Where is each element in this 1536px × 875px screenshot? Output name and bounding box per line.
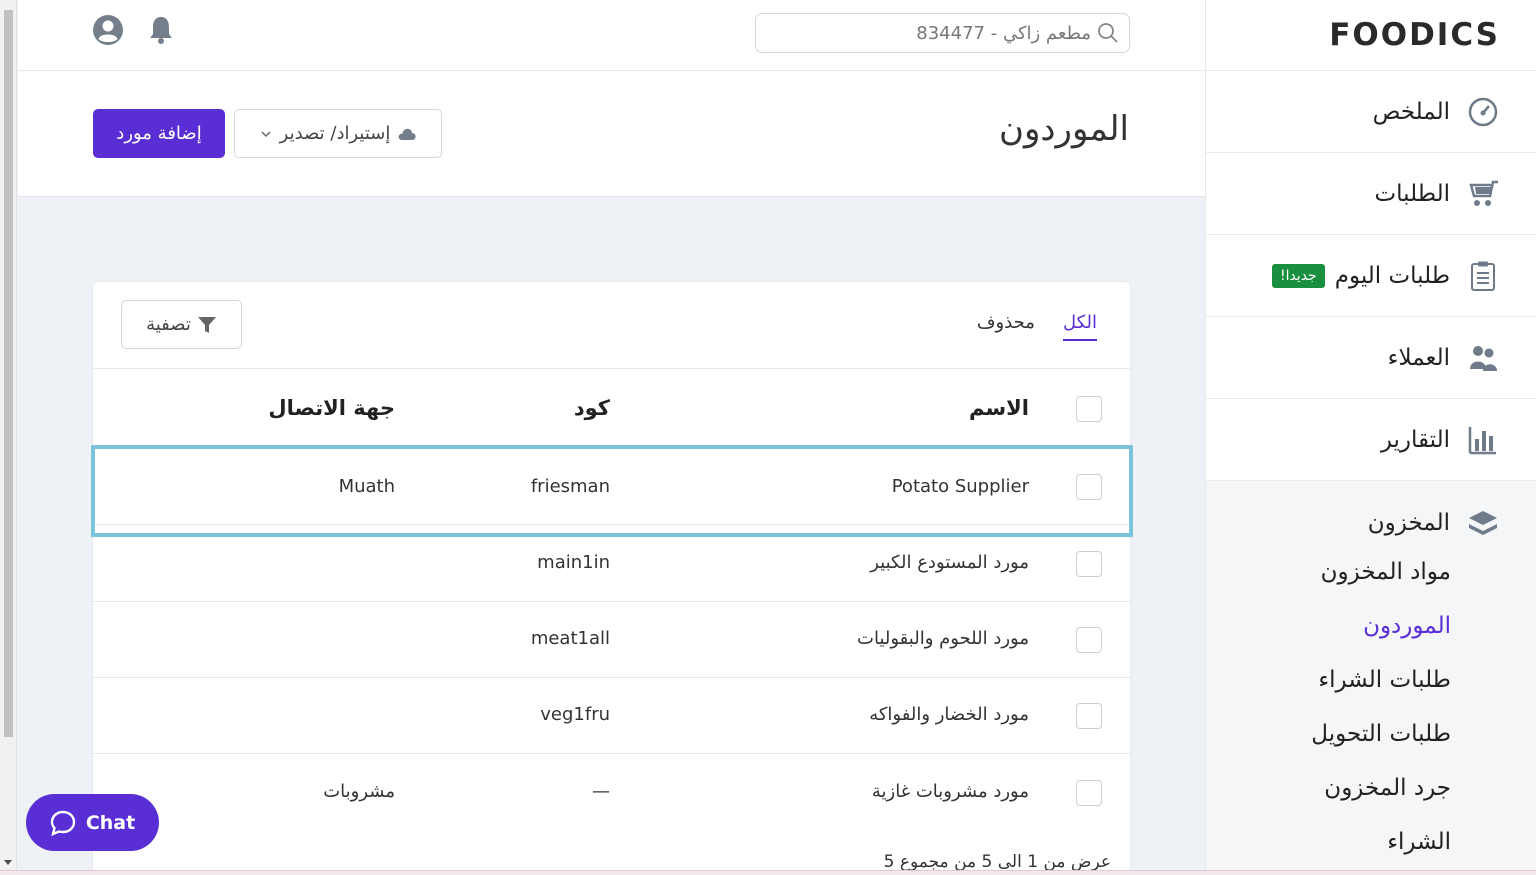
table-row[interactable]: مورد مشروبات غازية — مشروبات bbox=[93, 754, 1130, 830]
logo-text: FOODICS bbox=[1329, 17, 1500, 53]
dashboard-gauge-icon bbox=[1468, 97, 1498, 126]
sidebar-subitem-purchase-orders[interactable]: طلبات الشراء bbox=[1206, 653, 1536, 707]
supplier-contact: مشروبات bbox=[323, 781, 395, 802]
chat-button[interactable]: Chat bbox=[26, 794, 159, 851]
sidebar-subitem-inventory-count[interactable]: جرد المخزون bbox=[1206, 761, 1536, 815]
row-checkbox[interactable] bbox=[1076, 551, 1102, 577]
supplier-name[interactable]: Potato Supplier bbox=[892, 476, 1029, 497]
sidebar-item-label: الملخص bbox=[1372, 98, 1450, 125]
window-bottom-edge bbox=[0, 870, 1536, 875]
scroll-down-arrow-icon[interactable] bbox=[4, 860, 12, 865]
sidebar-item-label: التقارير bbox=[1380, 426, 1450, 453]
row-checkbox[interactable] bbox=[1076, 627, 1102, 653]
branch-search[interactable] bbox=[755, 13, 1130, 53]
layers-icon bbox=[1469, 511, 1497, 535]
sidebar-item-label: الطلبات bbox=[1374, 180, 1450, 207]
supplier-name[interactable]: مورد مشروبات غازية bbox=[872, 781, 1029, 802]
bar-chart-icon bbox=[1468, 426, 1496, 454]
supplier-code: main1in bbox=[537, 552, 610, 573]
supplier-name[interactable]: مورد المستودع الكبير bbox=[870, 552, 1029, 573]
sidebar-item-label: طلبات اليوم bbox=[1334, 262, 1450, 289]
sidebar-group-inventory: المخزون مواد المخزون الموردون طلبات الشر… bbox=[1206, 481, 1536, 875]
table-row[interactable]: Potato Supplier friesman Muath bbox=[93, 449, 1130, 525]
notification-bell-icon[interactable] bbox=[145, 14, 177, 46]
table-header: الاسم كود جهة الاتصال bbox=[93, 368, 1130, 448]
filter-tabs: الكل محذوف bbox=[977, 312, 1097, 341]
table-row[interactable]: مورد اللحوم والبقوليات meat1all bbox=[93, 602, 1130, 678]
pagination-summary: عرض من 1 الى 5 من مجموع 5 bbox=[883, 852, 1111, 872]
supplier-code: meat1all bbox=[530, 628, 610, 649]
customers-icon bbox=[1470, 345, 1497, 371]
supplier-name[interactable]: مورد الخضار والفواكه bbox=[869, 704, 1029, 725]
chat-bubble-icon bbox=[50, 810, 76, 836]
sidebar-subitem-suppliers[interactable]: الموردون bbox=[1206, 599, 1536, 653]
select-all-checkbox[interactable] bbox=[1076, 396, 1102, 422]
page-header: الموردون إستيراد/ تصدير إضافة مورد bbox=[18, 71, 1205, 197]
sidebar-item-dashboard[interactable]: الملخص bbox=[1206, 71, 1536, 153]
sidebar-item-todays-orders[interactable]: طلبات اليوم جديدا! bbox=[1206, 235, 1536, 317]
page-scrollbar[interactable] bbox=[0, 0, 17, 875]
filter-label: تصفية bbox=[146, 314, 191, 335]
tab-all[interactable]: الكل bbox=[1062, 312, 1097, 341]
sidebar-subitem-transfer-orders[interactable]: طلبات التحويل bbox=[1206, 707, 1536, 761]
sidebar-item-reports[interactable]: التقارير bbox=[1206, 399, 1536, 481]
row-checkbox[interactable] bbox=[1076, 474, 1102, 500]
supplier-code: friesman bbox=[530, 476, 610, 497]
brand-logo[interactable]: FOODICS bbox=[1206, 0, 1536, 71]
cart-icon bbox=[1469, 180, 1498, 206]
scrollbar-thumb[interactable] bbox=[4, 10, 13, 737]
chevron-down-icon bbox=[261, 130, 271, 137]
sidebar-item-label: المخزون bbox=[1367, 510, 1450, 536]
search-icon bbox=[1098, 23, 1118, 43]
supplier-contact: Muath bbox=[338, 476, 395, 497]
search-input[interactable] bbox=[771, 22, 1091, 44]
clipboard-icon bbox=[1471, 261, 1495, 291]
sidebar-subitem-inventory-items[interactable]: مواد المخزون bbox=[1206, 545, 1536, 599]
row-checkbox[interactable] bbox=[1076, 703, 1102, 729]
column-header-code: كود bbox=[573, 396, 610, 420]
column-header-name: الاسم bbox=[969, 396, 1029, 420]
cloud-icon bbox=[398, 128, 416, 140]
filter-button[interactable]: تصفية bbox=[121, 300, 242, 349]
new-badge: جديدا! bbox=[1271, 263, 1325, 288]
sidebar-item-customers[interactable]: العملاء bbox=[1206, 317, 1536, 399]
add-supplier-button[interactable]: إضافة مورد bbox=[93, 109, 225, 158]
chat-label: Chat bbox=[85, 811, 136, 834]
table-row[interactable]: مورد الخضار والفواكه veg1fru bbox=[93, 678, 1130, 754]
supplier-code: veg1fru bbox=[540, 704, 610, 725]
sidebar-item-orders[interactable]: الطلبات bbox=[1206, 153, 1536, 235]
table-row[interactable]: مورد المستودع الكبير main1in bbox=[93, 526, 1130, 602]
top-bar bbox=[18, 0, 1205, 71]
suppliers-table-card: الكل محذوف تصفية الاسم كود جهة الاتصال P… bbox=[93, 282, 1130, 875]
supplier-name[interactable]: مورد اللحوم والبقوليات bbox=[857, 628, 1029, 649]
row-checkbox[interactable] bbox=[1076, 780, 1102, 806]
supplier-code: — bbox=[592, 781, 610, 802]
sidebar-subitem-purchasing[interactable]: الشراء bbox=[1206, 815, 1536, 869]
tab-deleted[interactable]: محذوف bbox=[977, 312, 1035, 341]
sidebar-item-inventory[interactable]: المخزون bbox=[1206, 501, 1536, 545]
sidebar: FOODICS الملخص الطلبات طلبات اليوم جديدا… bbox=[1205, 0, 1536, 875]
import-export-button[interactable]: إستيراد/ تصدير bbox=[234, 109, 442, 158]
funnel-icon bbox=[197, 316, 216, 333]
sidebar-item-label: العملاء bbox=[1387, 344, 1450, 371]
user-profile-icon[interactable] bbox=[92, 14, 124, 46]
page-title: الموردون bbox=[999, 109, 1129, 149]
import-export-label: إستيراد/ تصدير bbox=[279, 123, 391, 144]
column-header-contact: جهة الاتصال bbox=[268, 396, 395, 420]
